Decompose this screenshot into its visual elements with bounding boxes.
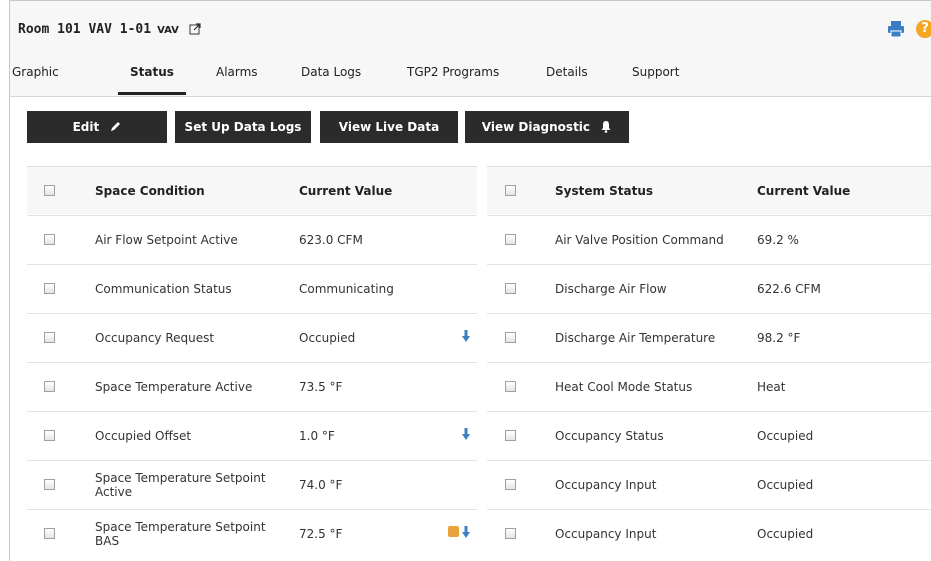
point-value: 98.2 °F <box>757 331 801 345</box>
point-value: Occupied <box>757 478 814 492</box>
tab-status[interactable]: Status <box>118 63 186 97</box>
row-checkbox[interactable] <box>505 528 516 539</box>
column-header-name: System Status <box>555 184 654 198</box>
point-name: Communication Status <box>95 282 232 296</box>
point-value: 623.0 CFM <box>299 233 363 247</box>
select-all-checkbox[interactable] <box>44 185 55 196</box>
point-name: Occupancy Status <box>555 429 664 443</box>
row-checkbox[interactable] <box>505 430 516 441</box>
table-row: Communication Status Communicating <box>27 264 477 312</box>
help-icon[interactable]: ? <box>916 20 931 38</box>
table-row: Occupied Offset 1.0 °F <box>27 411 477 459</box>
table-row: Heat Cool Mode Status Heat <box>487 362 931 410</box>
point-name: Discharge Air Flow <box>555 282 667 296</box>
row-checkbox[interactable] <box>44 479 55 490</box>
point-name: Occupancy Input <box>555 527 657 541</box>
column-header-value: Current Value <box>299 184 393 198</box>
point-value: 622.6 CFM <box>757 282 821 296</box>
row-checkbox[interactable] <box>44 234 55 245</box>
tab-alarms[interactable]: Alarms <box>216 63 258 97</box>
tab-graphic[interactable]: Graphic <box>12 63 59 97</box>
edit-button-label: Edit <box>72 120 100 134</box>
point-value: Communicating <box>299 282 394 296</box>
point-name: Occupied Offset <box>95 429 192 443</box>
table-row: Occupancy Request Occupied <box>27 313 477 361</box>
point-value: 1.0 °F <box>299 429 335 443</box>
tab-details[interactable]: Details <box>546 63 588 97</box>
point-name: Discharge Air Temperature <box>555 331 716 345</box>
point-value: 74.0 °F <box>299 478 343 492</box>
tab-data-logs[interactable]: Data Logs <box>301 63 361 97</box>
tab-support[interactable]: Support <box>632 63 679 97</box>
table-header-row: Space Condition Current Value <box>27 166 477 214</box>
table-header-row: System Status Current Value <box>487 166 931 214</box>
point-name: Space Temperature Active <box>95 380 253 394</box>
equipment-panel: Room 101 VAV 1-01 VAV ? Graphic Status Al… <box>9 0 931 561</box>
row-checkbox[interactable] <box>44 381 55 392</box>
table-row: Space Temperature Setpoint BAS 72.5 °F <box>27 509 477 557</box>
column-header-value: Current Value <box>757 184 851 198</box>
tab-tgp2-programs[interactable]: TGP2 Programs <box>407 63 499 97</box>
view-live-data-button[interactable]: View Live Data <box>320 111 458 143</box>
pencil-icon <box>111 122 121 131</box>
page-header: Room 101 VAV 1-01 VAV ? Graphic Status Al… <box>10 1 931 97</box>
override-icon[interactable] <box>448 526 459 537</box>
open-external-icon[interactable] <box>189 23 201 35</box>
table-row: Air Flow Setpoint Active 623.0 CFM <box>27 215 477 263</box>
page-title: Room 101 VAV 1-01 VAV <box>18 22 201 37</box>
point-value: Occupied <box>757 527 814 541</box>
point-value: Occupied <box>757 429 814 443</box>
table-row: Air Valve Position Command 69.2 % <box>487 215 931 263</box>
table-row: Occupancy Input Occupied <box>487 460 931 508</box>
arrow-down-icon[interactable] <box>462 526 470 539</box>
row-checkbox[interactable] <box>44 430 55 441</box>
column-header-name: Space Condition <box>95 184 205 198</box>
point-name: Space Temperature Setpoint BAS <box>95 520 266 548</box>
row-checkbox[interactable] <box>44 332 55 343</box>
table-row: Occupancy Input Occupied <box>487 509 931 557</box>
table-row: Discharge Air Flow 622.6 CFM <box>487 264 931 312</box>
point-name: Occupancy Request <box>95 331 215 345</box>
arrow-down-icon[interactable] <box>462 330 470 343</box>
select-all-checkbox[interactable] <box>505 185 516 196</box>
set-up-data-logs-button[interactable]: Set Up Data Logs <box>175 111 311 143</box>
row-checkbox[interactable] <box>44 528 55 539</box>
table-row: Space Temperature Setpoint Active 74.0 °… <box>27 460 477 508</box>
point-name: Space Temperature Setpoint Active <box>95 471 266 499</box>
table-row: Occupancy Status Occupied <box>487 411 931 459</box>
row-checkbox[interactable] <box>505 234 516 245</box>
point-value: 73.5 °F <box>299 380 343 394</box>
point-name: Occupancy Input <box>555 478 657 492</box>
table-row: Discharge Air Temperature 98.2 °F <box>487 313 931 361</box>
row-checkbox[interactable] <box>44 283 55 294</box>
equipment-name: Room 101 VAV 1-01 <box>18 22 152 37</box>
point-name: Heat Cool Mode Status <box>555 380 693 394</box>
print-icon[interactable] <box>887 20 905 38</box>
row-checkbox[interactable] <box>505 381 516 392</box>
edit-button[interactable]: Edit <box>27 111 167 143</box>
point-name: Air Valve Position Command <box>555 233 724 247</box>
bell-icon <box>601 121 611 133</box>
point-value: Heat <box>757 380 786 394</box>
point-name: Air Flow Setpoint Active <box>95 233 238 247</box>
arrow-down-icon[interactable] <box>462 428 470 441</box>
point-value: 72.5 °F <box>299 527 343 541</box>
point-value: 69.2 % <box>757 233 799 247</box>
row-checkbox[interactable] <box>505 283 516 294</box>
point-value: Occupied <box>299 331 356 345</box>
row-checkbox[interactable] <box>505 479 516 490</box>
table-row: Space Temperature Active 73.5 °F <box>27 362 477 410</box>
row-checkbox[interactable] <box>505 332 516 343</box>
equipment-type-badge: VAV <box>157 25 179 36</box>
view-diagnostic-label: View Diagnostic <box>481 120 591 134</box>
view-diagnostic-button[interactable]: View Diagnostic <box>465 111 629 143</box>
